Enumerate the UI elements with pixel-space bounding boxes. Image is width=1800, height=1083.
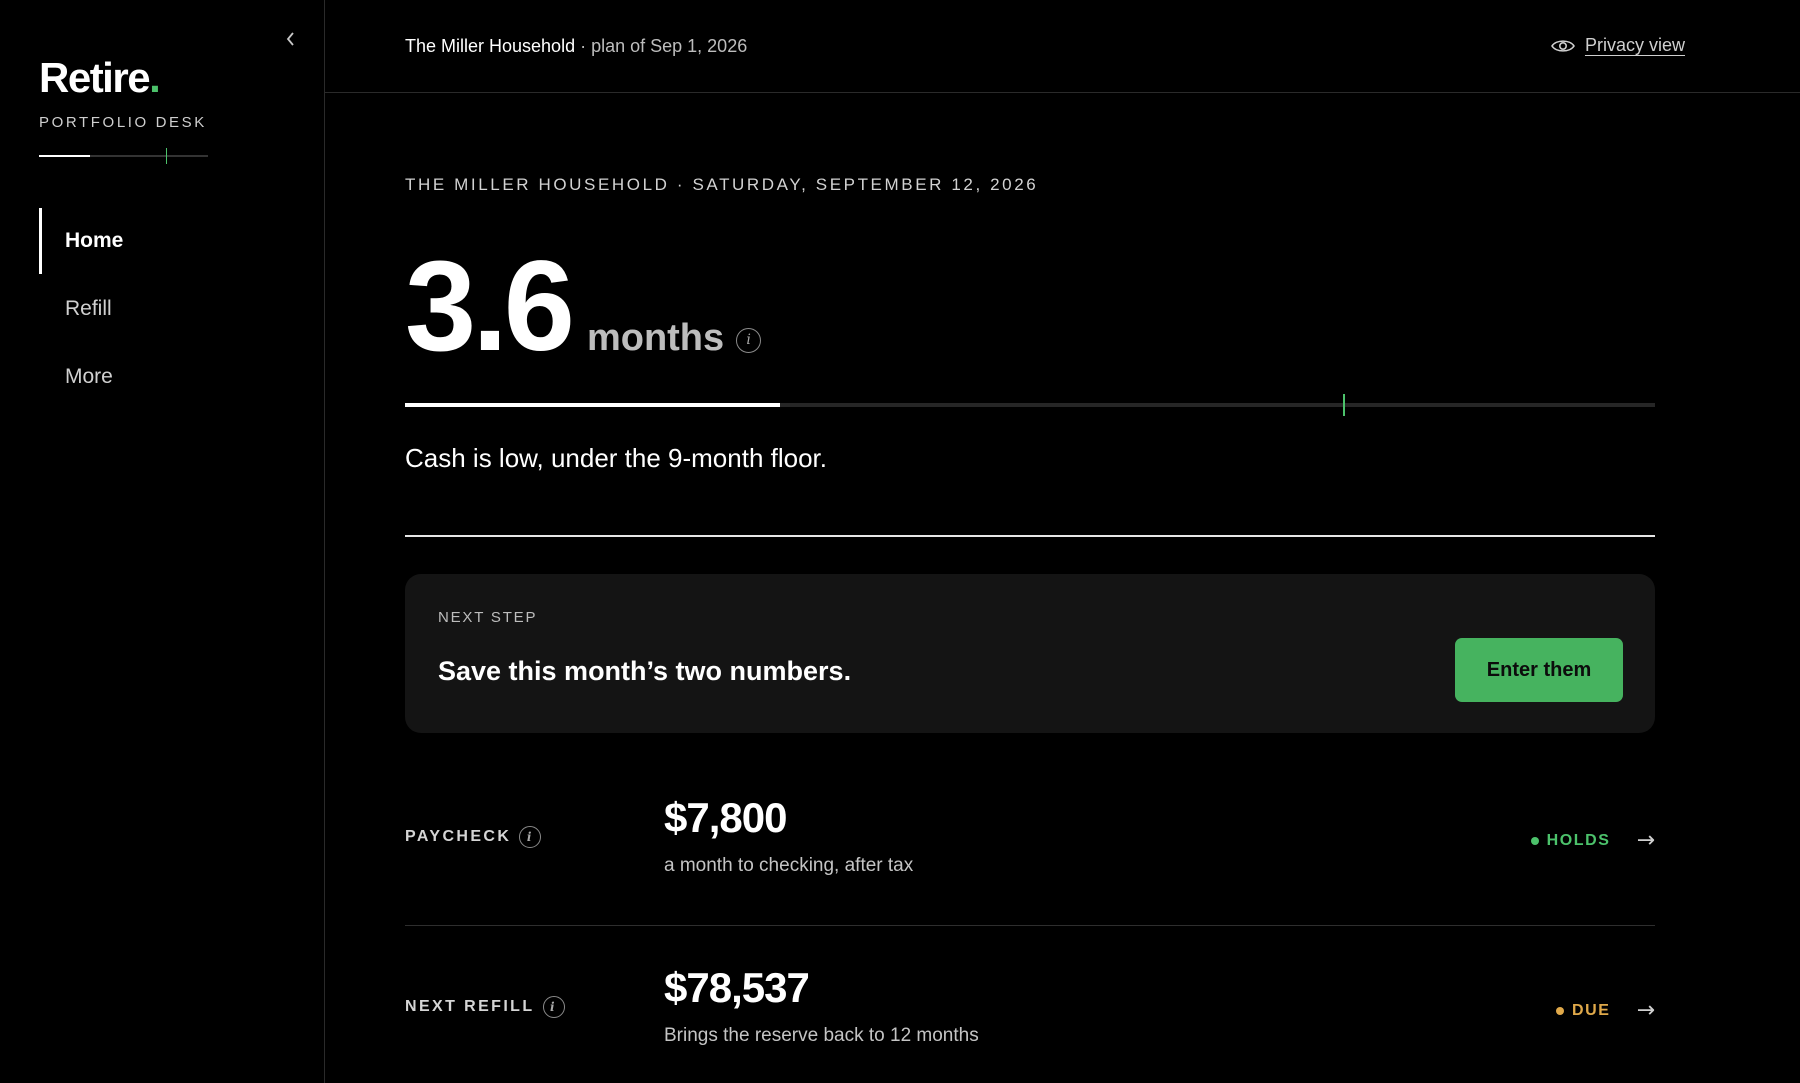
next-refill-row[interactable]: NEXT REFILL i $78,537 Brings the reserve… bbox=[405, 926, 1655, 1083]
next-refill-status-badge: DUE bbox=[1571, 1001, 1611, 1019]
arrow-right-icon[interactable]: → bbox=[1637, 828, 1655, 853]
paycheck-label: PAYCHECK i bbox=[405, 826, 542, 848]
collapse-sidebar-button[interactable] bbox=[280, 28, 302, 50]
next-refill-status[interactable]: DUE → bbox=[1555, 998, 1655, 1023]
top-header: The Miller Household · plan of Sep 1, 20… bbox=[325, 0, 1800, 93]
paycheck-row[interactable]: PAYCHECK i $7,800 a month to checking, a… bbox=[405, 756, 1655, 926]
next-refill-label-text: NEXT REFILL bbox=[405, 998, 535, 1015]
paycheck-description: a month to checking, after tax bbox=[664, 855, 914, 876]
logo[interactable]: Retire. bbox=[39, 54, 161, 102]
info-icon[interactable]: i bbox=[519, 826, 542, 848]
paycheck-label-text: PAYCHECK bbox=[405, 828, 512, 845]
app-root: Retire. PORTFOLIO DESK Home Refill More … bbox=[0, 0, 1800, 1083]
next-step-card: NEXT STEP Save this month’s two numbers.… bbox=[405, 574, 1655, 733]
logo-text: Retire bbox=[39, 54, 151, 101]
paycheck-amount: $7,800 bbox=[664, 794, 787, 841]
privacy-view-toggle[interactable]: Privacy view bbox=[1551, 35, 1685, 56]
sidebar-item-refill[interactable]: Refill bbox=[39, 276, 289, 342]
status-dot-icon bbox=[1530, 836, 1539, 845]
summary-eyebrow: THE MILLER HOUSEHOLD · SATURDAY, SEPTEMB… bbox=[405, 175, 1039, 194]
reserve-gauge-target-marker bbox=[1342, 394, 1345, 416]
info-icon[interactable]: i bbox=[736, 327, 762, 353]
household-name: The Miller Household bbox=[405, 36, 576, 56]
reserve-gauge bbox=[405, 394, 1655, 416]
plan-date: · plan of Sep 1, 2026 bbox=[580, 36, 748, 56]
paycheck-status-badge: HOLDS bbox=[1546, 831, 1611, 849]
chevron-left-icon bbox=[286, 32, 294, 46]
next-step-title: Save this month’s two numbers. bbox=[438, 656, 852, 686]
next-refill-label: NEXT REFILL i bbox=[405, 996, 565, 1018]
sidebar-item-more[interactable]: More bbox=[39, 344, 289, 410]
logo-progress-marker bbox=[165, 148, 168, 164]
status-dot-icon bbox=[1555, 1006, 1564, 1015]
next-refill-description: Brings the reserve back to 12 months bbox=[664, 1025, 979, 1046]
section-divider bbox=[405, 535, 1655, 537]
reserve-gauge-fill bbox=[405, 403, 780, 407]
next-step-eyebrow: NEXT STEP bbox=[438, 609, 538, 626]
info-icon[interactable]: i bbox=[542, 996, 565, 1018]
sidebar: Retire. PORTFOLIO DESK Home Refill More bbox=[0, 0, 325, 1083]
arrow-right-icon[interactable]: → bbox=[1637, 998, 1655, 1023]
logo-subtitle: PORTFOLIO DESK bbox=[39, 114, 207, 131]
enter-them-button[interactable]: Enter them bbox=[1455, 638, 1623, 702]
privacy-view-link[interactable]: Privacy view bbox=[1585, 35, 1685, 56]
reserve-metric: 3.6 months i bbox=[405, 235, 762, 378]
reserve-months-unit: months bbox=[586, 317, 725, 359]
logo-progress-bar bbox=[39, 148, 208, 164]
logo-progress-fill bbox=[39, 155, 90, 157]
plan-title: The Miller Household · plan of Sep 1, 20… bbox=[405, 36, 747, 57]
paycheck-status[interactable]: HOLDS → bbox=[1530, 828, 1655, 853]
sidebar-item-home[interactable]: Home bbox=[39, 208, 289, 274]
eye-icon bbox=[1551, 39, 1575, 52]
logo-dot: . bbox=[149, 54, 161, 101]
reserve-months-value: 3.6 bbox=[405, 235, 575, 378]
sidebar-nav: Home Refill More bbox=[39, 208, 289, 412]
reserve-status-text: Cash is low, under the 9-month floor. bbox=[405, 443, 828, 473]
next-refill-amount: $78,537 bbox=[664, 964, 810, 1011]
